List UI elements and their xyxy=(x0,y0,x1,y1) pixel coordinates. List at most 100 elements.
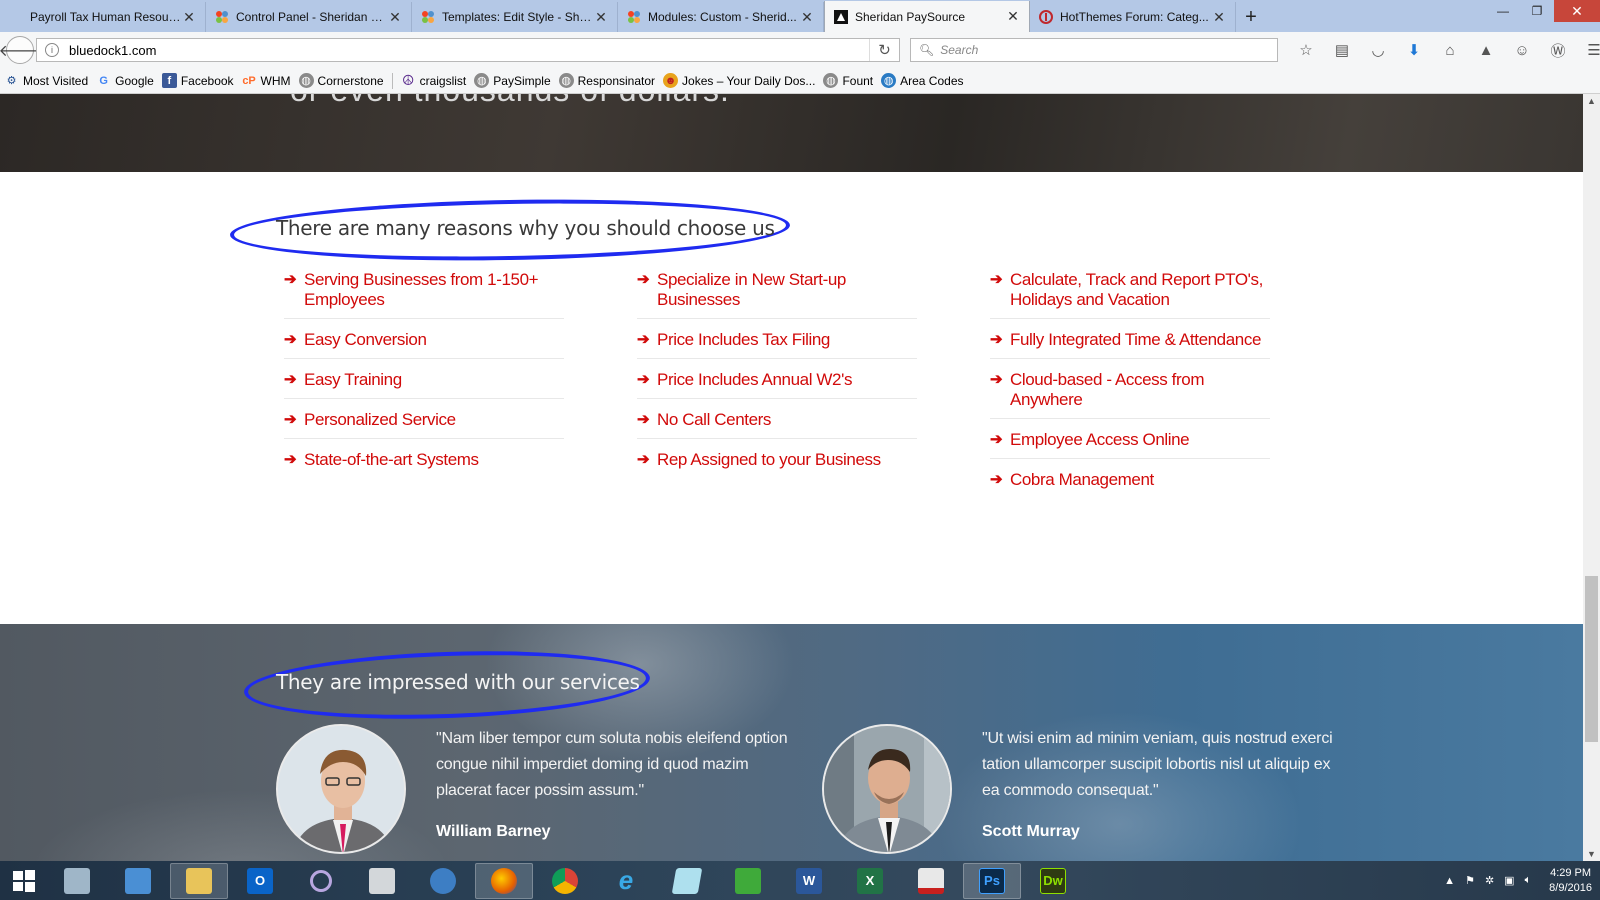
bookmark-responsinator[interactable]: ◍ Responsinator xyxy=(558,73,655,88)
close-icon[interactable]: ✕ xyxy=(799,9,815,26)
back-button[interactable]: 🡐 xyxy=(0,36,41,64)
taskbar-chrome[interactable] xyxy=(536,863,594,899)
taskbar-outlook[interactable]: O xyxy=(231,863,289,899)
tab-title: Payroll Tax Human Resources xyxy=(30,10,181,24)
info-icon[interactable]: i xyxy=(45,43,59,57)
arrow-right-icon: ➔ xyxy=(284,371,297,388)
pocket-icon[interactable]: ◡ xyxy=(1360,38,1396,62)
clock[interactable]: 4:29 PM 8/9/2016 xyxy=(1549,866,1592,896)
feature-item[interactable]: ➔ Employee Access Online xyxy=(990,430,1270,459)
vertical-scrollbar[interactable]: ▲ ▼ xyxy=(1583,94,1600,861)
bookmark-separator xyxy=(391,72,393,89)
tab-control-panel[interactable]: Control Panel - Sheridan P... ✕ xyxy=(206,2,412,32)
taskbar-calculator[interactable] xyxy=(353,863,411,899)
reload-icon[interactable]: ↻ xyxy=(869,39,899,61)
bookmark-cornerstone[interactable]: ◍ Cornerstone xyxy=(298,73,384,88)
tab-title: HotThemes Forum: Categ... xyxy=(1060,10,1209,24)
feature-item[interactable]: ➔ Calculate, Track and Report PTO's, Holi… xyxy=(990,270,1270,319)
home-icon[interactable]: ⌂ xyxy=(1432,38,1468,62)
search-placeholder: Search xyxy=(940,43,979,57)
feature-item[interactable]: ➔ Cobra Management xyxy=(990,470,1270,498)
chevron-up-icon[interactable]: ▲ xyxy=(1444,875,1455,887)
feature-item[interactable]: ➔ Cloud-based - Access from Anywhere xyxy=(990,370,1270,419)
tab-bar: Payroll Tax Human Resources ✕ Control Pa… xyxy=(0,0,1600,32)
bookmark-craigslist[interactable]: ☮ craigslist xyxy=(401,72,466,88)
url-bar[interactable]: i bluedock1.com ↻ xyxy=(36,38,900,62)
bookmark-whm[interactable]: cP WHM xyxy=(242,73,290,88)
taskbar-cortana[interactable] xyxy=(292,863,350,899)
scrollbar-thumb[interactable] xyxy=(1585,576,1598,742)
bookmark-most-visited[interactable]: ⚙ Most Visited xyxy=(4,73,89,88)
reasons-section: There are many reasons why you should ch… xyxy=(0,172,1583,624)
tab-sheridan-paysource[interactable]: Sheridan PaySource ✕ xyxy=(824,1,1030,32)
feature-item[interactable]: ➔ Easy Conversion xyxy=(284,330,564,359)
window-close-button[interactable]: ✕ xyxy=(1554,0,1600,22)
taskbar-notes[interactable] xyxy=(658,863,716,899)
menu-icon[interactable]: ☰ xyxy=(1576,38,1600,62)
account-icon[interactable]: Ⓦ xyxy=(1540,38,1576,62)
tab-hotthemes[interactable]: HotThemes Forum: Categ... ✕ xyxy=(1030,2,1236,32)
taskbar-remote-desktop[interactable] xyxy=(109,863,167,899)
testimonial-author: Scott Murray xyxy=(982,823,1080,840)
bookmark-fount[interactable]: ◍ Fount xyxy=(823,73,873,88)
restore-button[interactable]: ❐ xyxy=(1520,0,1554,22)
bookmark-paysimple[interactable]: ◍ PaySimple xyxy=(474,73,551,88)
sync-icon[interactable]: ▲ xyxy=(1468,38,1504,62)
bookmark-jokes[interactable]: ☻ Jokes – Your Daily Dos... xyxy=(663,73,815,88)
taskbar-server-manager[interactable] xyxy=(48,863,106,899)
taskbar-word[interactable]: W xyxy=(780,863,838,899)
dreamweaver-icon: Dw xyxy=(1040,867,1066,894)
google-icon: G xyxy=(99,74,108,87)
minimize-button[interactable]: — xyxy=(1486,0,1520,22)
joomla-icon xyxy=(626,9,642,25)
close-icon[interactable]: ✕ xyxy=(1211,9,1227,26)
feature-item[interactable]: ➔ Price Includes Annual W2's xyxy=(637,370,917,399)
close-icon[interactable]: ✕ xyxy=(593,9,609,26)
feature-item[interactable]: ➔ State-of-the-art Systems xyxy=(284,450,564,478)
feature-item[interactable]: ➔ Price Includes Tax Filing xyxy=(637,330,917,359)
feature-item[interactable]: ➔ Serving Businesses from 1-150+ Employee… xyxy=(284,270,564,319)
taskbar-file-explorer[interactable] xyxy=(170,862,228,899)
close-icon[interactable]: ✕ xyxy=(387,9,403,26)
taskbar-acrobat[interactable] xyxy=(902,863,960,899)
taskbar-solitaire[interactable] xyxy=(719,863,777,899)
close-icon[interactable]: ✕ xyxy=(1005,8,1021,25)
scroll-up-icon[interactable]: ▲ xyxy=(1583,94,1600,108)
taskbar-dreamweaver[interactable]: Dw xyxy=(1024,863,1082,899)
tab-modules[interactable]: Modules: Custom - Sherid... ✕ xyxy=(618,2,824,32)
taskbar-photoshop[interactable]: Ps xyxy=(963,862,1021,899)
sync-tray-icon[interactable]: ✲ xyxy=(1485,874,1494,887)
scroll-down-icon[interactable]: ▼ xyxy=(1583,847,1600,861)
volume-icon[interactable]: 🔈︎ xyxy=(1525,874,1532,887)
avatar xyxy=(822,724,952,854)
bookmark-star-icon[interactable]: ☆ xyxy=(1288,38,1324,62)
gear-icon: ⚙ xyxy=(6,75,17,87)
feature-item[interactable]: ➔ No Call Centers xyxy=(637,410,917,439)
network-icon[interactable]: ▣ xyxy=(1504,874,1514,887)
feature-item[interactable]: ➔ Personalized Service xyxy=(284,410,564,439)
hello-chat-icon[interactable]: ☺ xyxy=(1504,38,1540,62)
bookmark-facebook[interactable]: f Facebook xyxy=(161,73,234,88)
start-button[interactable] xyxy=(0,861,48,900)
tab-templates[interactable]: Templates: Edit Style - She... ✕ xyxy=(412,2,618,32)
taskbar-internet-explorer[interactable]: e xyxy=(597,863,655,899)
bookmark-google[interactable]: G Google xyxy=(96,73,153,88)
new-tab-button[interactable]: + xyxy=(1236,2,1266,32)
feature-item[interactable]: ➔ Rep Assigned to your Business xyxy=(637,450,917,478)
downloads-icon[interactable]: ⬇ xyxy=(1396,38,1432,62)
flag-icon[interactable]: ⚑ xyxy=(1465,874,1475,887)
taskbar-network[interactable] xyxy=(414,863,472,899)
close-icon[interactable]: ✕ xyxy=(181,9,197,26)
taskbar-excel[interactable]: X xyxy=(841,863,899,899)
taskbar-firefox[interactable] xyxy=(475,862,533,899)
feature-item[interactable]: ➔ Specialize in New Start-up Businesses xyxy=(637,270,917,319)
reading-list-icon[interactable]: ▤ xyxy=(1324,38,1360,62)
feature-item[interactable]: ➔ Fully Integrated Time & Attendance xyxy=(990,330,1270,359)
bookmark-area-codes[interactable]: ◍ Area Codes xyxy=(881,73,964,88)
search-input[interactable]: 🔍︎ Search xyxy=(910,38,1278,62)
internet-explorer-icon: e xyxy=(618,865,634,895)
tab-payroll[interactable]: Payroll Tax Human Resources ✕ xyxy=(0,2,206,32)
feature-item[interactable]: ➔ Easy Training xyxy=(284,370,564,399)
search-icon: 🔍︎ xyxy=(919,43,935,57)
toolbar-icons: ☆ ▤ ◡ ⬇ ⌂ ▲ ☺ Ⓦ ☰ xyxy=(1288,38,1600,62)
